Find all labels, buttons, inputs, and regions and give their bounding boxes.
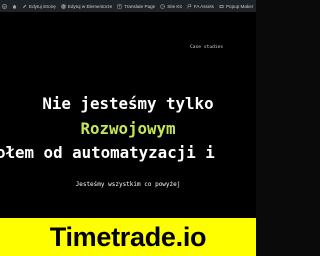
translate-icon — [117, 3, 122, 9]
admin-bar-label: FA Assets — [193, 3, 214, 9]
admin-bar-label: Edytuj w Elementorze — [67, 3, 113, 9]
headline-line-1: Nie jesteśmy tylko — [42, 94, 214, 113]
edit-icon — [22, 4, 27, 9]
admin-bar-label: Popup Maker — [225, 3, 254, 9]
home-icon — [12, 4, 17, 9]
admin-bar-label: Translate Page — [124, 3, 156, 9]
headline-line-3: ołem od automatyzacji i — [0, 143, 215, 162]
admin-bar-label: Edytuj stronę — [29, 3, 56, 9]
hero-subtitle: Jesteśmy wszystkim co powyżej — [75, 181, 181, 188]
admin-bar-item-fa-assets[interactable]: FA Assets — [185, 0, 217, 12]
admin-bar-item-wordpress[interactable] — [0, 0, 10, 12]
brand-banner: Timetrade.io — [0, 218, 256, 256]
brand-name: Timetrade.io — [49, 222, 207, 252]
nav-link-case-studies[interactable]: Case studies — [190, 45, 223, 50]
site-kit-icon — [160, 3, 166, 9]
admin-bar-item-popup-maker[interactable]: Popup Maker — [217, 0, 256, 12]
headline-line-2: Rozwojowym — [80, 119, 176, 138]
popup-icon — [219, 4, 224, 9]
admin-bar-item-translate[interactable]: Translate Page — [115, 0, 158, 12]
admin-bar-label: Site Kit — [167, 3, 182, 9]
admin-bar-item-site-kit[interactable]: Site Kit — [158, 0, 185, 12]
admin-bar: Edytuj stronę Edytuj w Elementorze Trans… — [0, 0, 256, 12]
admin-bar-item-elementor[interactable]: Edytuj w Elementorze — [59, 0, 115, 12]
elementor-icon — [61, 3, 66, 9]
admin-bar-item-home[interactable] — [10, 0, 20, 12]
admin-bar-item-edit-page[interactable]: Edytuj stronę — [20, 0, 59, 12]
wordpress-icon — [2, 3, 7, 9]
fa-icon — [187, 3, 192, 9]
